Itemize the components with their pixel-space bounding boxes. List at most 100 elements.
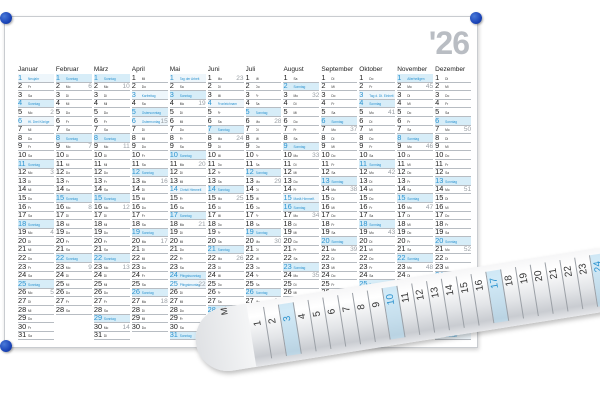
day-number: 23 <box>435 263 444 271</box>
day-number: 22 <box>435 254 444 263</box>
day-row: 26Do <box>93 289 130 298</box>
day-row: 9 Mi <box>435 143 472 152</box>
day-row: 6 Fr <box>93 117 130 126</box>
weekday-label: Di <box>293 222 297 227</box>
day-number: 5 <box>321 108 326 116</box>
weekday-label: Fr <box>331 162 335 167</box>
roll-day-number: 9 <box>370 300 383 309</box>
weekday-label: Mi <box>103 102 108 107</box>
day-row: 19 Fr <box>207 229 244 238</box>
day-row: 5 Di <box>169 108 206 117</box>
day-row: 19 Sonntag <box>131 228 168 238</box>
weekday-label: Do <box>141 325 146 330</box>
day-row: 12 Di <box>169 169 206 178</box>
day-row: 28Di <box>131 306 168 315</box>
roll-day-number: 17 <box>488 276 501 290</box>
weekday-label: Di <box>407 93 411 98</box>
day-row: 12 Sonntag <box>131 168 168 178</box>
day-row: 7 Di <box>245 126 282 135</box>
weekday-label: Sonntag <box>293 145 306 150</box>
week-number: 37 <box>350 126 358 134</box>
weekday-label: Fr <box>407 119 411 124</box>
day-number: 12 <box>283 168 292 177</box>
day-row: 5 Mo 2 <box>18 108 54 117</box>
day-row: 14 Mi <box>359 186 396 195</box>
day-list: 1 Mi 2 Do 3 Karfreitag 4 Sa 5 Ostersonntag 6 Osterm… <box>131 74 168 343</box>
day-number: 2 <box>207 82 212 91</box>
day-row: 11 Sonntag <box>18 159 54 169</box>
day-row: 2 Sa <box>169 83 206 92</box>
weekday-label: Di <box>141 128 145 133</box>
day-number: 22 <box>131 254 140 263</box>
weekday-label: Mi <box>331 265 335 270</box>
day-number: 25 <box>18 280 27 288</box>
day-number: 21 <box>93 245 103 254</box>
month-name: Januar <box>18 66 38 73</box>
weekday-label: Mi <box>407 222 411 227</box>
weekday-label: Sa <box>103 128 108 133</box>
weekday-label: Di <box>407 214 411 219</box>
day-row: 14 Sa <box>55 186 92 195</box>
weekday-label: Di <box>331 196 335 201</box>
day-number: 18 <box>321 220 330 228</box>
day-row: 13 Sonntag <box>321 177 358 186</box>
day-number: 23 <box>169 263 178 271</box>
day-number: 15 <box>283 194 292 202</box>
day-row: 14 Sonntag <box>207 185 244 195</box>
weekday-label: Di <box>103 214 107 219</box>
day-number: 4 <box>169 99 174 108</box>
day-row: 24 Di <box>93 272 130 281</box>
day-number: 17 <box>359 211 368 220</box>
day-row: 11 Sa <box>131 160 168 169</box>
day-number: 8 <box>245 134 250 142</box>
weekday-label: Mi <box>141 76 146 81</box>
weekday-label: Do <box>331 214 336 219</box>
weekday-label: Tag d. Dt. Einheit <box>369 93 394 98</box>
day-number: 1 <box>435 74 440 82</box>
week-number: 25 <box>236 194 244 202</box>
day-number: 5 <box>55 108 61 116</box>
day-row: 15 Do <box>18 194 54 203</box>
weekday-label: Tag der Arbeit <box>179 76 200 81</box>
weekday-label: Sonntag <box>65 76 78 81</box>
day-number: 24 <box>245 271 254 280</box>
roll-day-number: 10 <box>384 293 398 306</box>
week-number: 45 <box>425 83 434 91</box>
day-number: 17 <box>321 211 330 220</box>
day-number: 9 <box>55 142 61 151</box>
weekday-label: Mi <box>407 102 411 107</box>
day-row: 26 Sonntag <box>245 288 282 298</box>
day-row: 15 Mi <box>245 194 282 203</box>
day-number: 8 <box>169 134 174 142</box>
day-number: 21 <box>55 245 65 254</box>
weekday-label: Sa <box>255 162 260 167</box>
month-name: Mai <box>169 66 181 73</box>
day-row: 12 Fr <box>207 169 244 178</box>
day-number: 18 <box>207 220 216 228</box>
day-row: 9 Mi <box>321 143 358 152</box>
roll-day-number: 16 <box>473 278 487 292</box>
day-row: 21 Sonntag <box>207 245 244 255</box>
day-row: 10 Sonntag <box>169 151 206 160</box>
day-row: 2 Fr <box>18 83 54 92</box>
day-number: 15 <box>131 194 140 202</box>
weekday-label: Fr <box>369 85 373 90</box>
day-row: 7 Sa <box>397 126 434 135</box>
day-number: 21 <box>207 245 216 254</box>
weekday-label: Mi <box>255 196 259 201</box>
week-number: 10 <box>122 83 130 91</box>
day-row: 7 Mi <box>359 126 396 135</box>
weekday-label: Sonntag <box>369 102 382 107</box>
day-row: 13 Fr <box>55 177 92 186</box>
weekday-label: Di <box>179 110 183 115</box>
day-row: 6 Do <box>283 117 320 126</box>
weekday-label: Fr <box>331 222 335 227</box>
day-row: 14 Di <box>131 186 168 195</box>
day-number: 29 <box>93 314 103 323</box>
day-row: 16 Do <box>131 203 168 212</box>
weekday-label: Fr <box>65 239 69 244</box>
week-number: 15 <box>160 117 168 125</box>
day-number: 1 <box>245 74 250 82</box>
day-number: 19 <box>55 228 65 237</box>
day-row: 1 Sonntag <box>93 74 130 83</box>
